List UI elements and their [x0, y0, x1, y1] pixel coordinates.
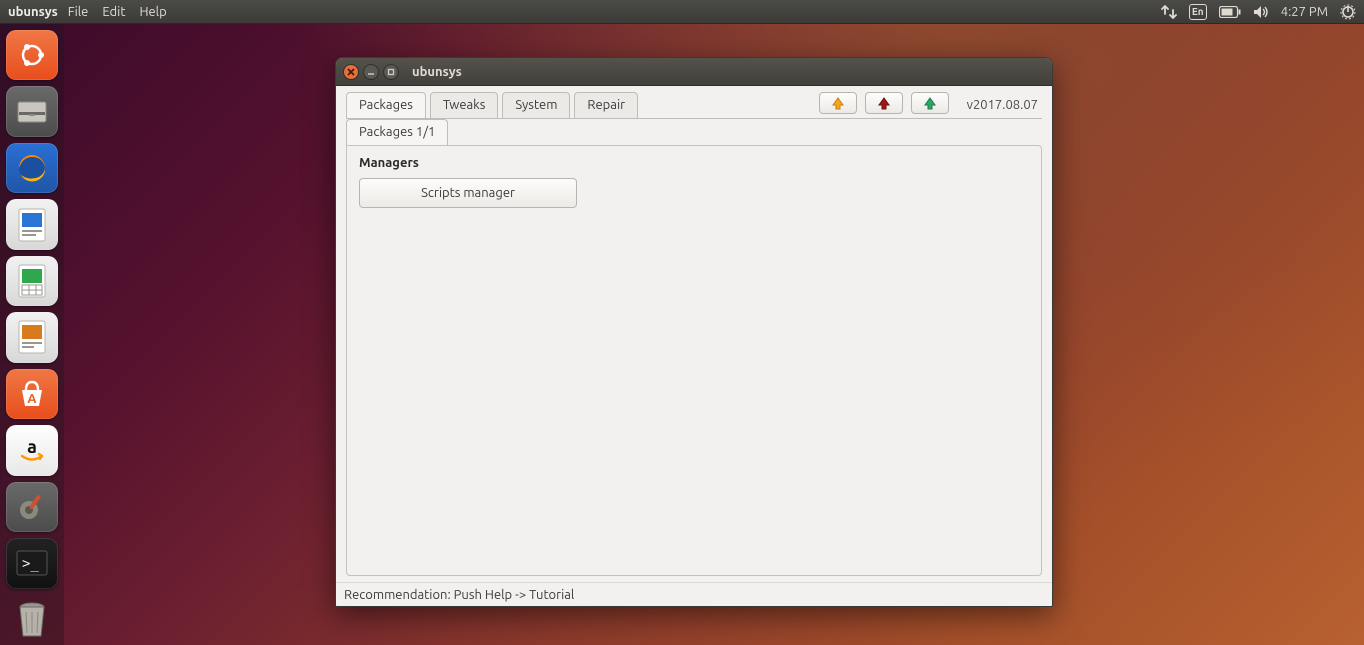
tab-packages[interactable]: Packages	[346, 92, 426, 118]
arrow-up-orange-button[interactable]	[819, 92, 857, 114]
menubar-app-name: ubunsys	[8, 5, 58, 19]
tab-system[interactable]: System	[502, 92, 570, 118]
window-title: ubunsys	[412, 65, 462, 79]
section-managers-title: Managers	[359, 156, 1029, 170]
version-label: v2017.08.07	[967, 98, 1042, 118]
trash-icon[interactable]	[6, 595, 58, 645]
amazon-icon[interactable]: a	[6, 425, 58, 475]
statusbar-text: Recommendation: Push Help -> Tutorial	[344, 588, 574, 602]
firefox-icon[interactable]	[6, 143, 58, 193]
calc-icon[interactable]	[6, 256, 58, 306]
close-icon[interactable]	[344, 65, 358, 79]
keyboard-indicator[interactable]: En	[1189, 4, 1207, 20]
impress-icon[interactable]	[6, 312, 58, 362]
ubunsys-window: ubunsys Packages Tweaks System Repair v2…	[335, 57, 1053, 607]
menu-file[interactable]: File	[68, 5, 89, 19]
scripts-manager-button[interactable]: Scripts manager	[359, 178, 577, 208]
session-indicator-icon[interactable]	[1340, 4, 1356, 20]
sound-indicator-icon[interactable]	[1253, 5, 1269, 19]
maximize-icon[interactable]	[384, 65, 398, 79]
network-indicator-icon[interactable]	[1161, 5, 1177, 19]
statusbar: Recommendation: Push Help -> Tutorial	[336, 582, 1052, 606]
files-icon[interactable]	[6, 86, 58, 136]
terminal-icon[interactable]: >_	[6, 538, 58, 588]
dash-icon[interactable]	[6, 30, 58, 80]
tab-tweaks[interactable]: Tweaks	[430, 92, 498, 118]
subtab-packages-1-1[interactable]: Packages 1/1	[346, 119, 448, 145]
settings-icon[interactable]	[6, 482, 58, 532]
writer-icon[interactable]	[6, 199, 58, 249]
menu-help[interactable]: Help	[139, 5, 166, 19]
svg-text:a: a	[27, 437, 37, 457]
arrow-up-green-button[interactable]	[911, 92, 949, 114]
global-menubar: ubunsys File Edit Help En 4:27 PM	[0, 0, 1364, 24]
clock-indicator[interactable]: 4:27 PM	[1281, 5, 1328, 19]
menu-edit[interactable]: Edit	[102, 5, 125, 19]
main-tabs: Packages Tweaks System Repair	[346, 92, 638, 118]
window-titlebar[interactable]: ubunsys	[336, 58, 1052, 86]
tab-repair[interactable]: Repair	[574, 92, 638, 118]
svg-text:>_: >_	[22, 556, 39, 572]
minimize-icon[interactable]	[364, 65, 378, 79]
software-center-icon[interactable]: A	[6, 369, 58, 419]
packages-content: Managers Scripts manager	[346, 145, 1042, 576]
arrow-up-red-button[interactable]	[865, 92, 903, 114]
unity-launcher: A a >_	[0, 24, 64, 645]
battery-indicator-icon[interactable]	[1219, 6, 1241, 18]
svg-text:A: A	[27, 392, 37, 406]
